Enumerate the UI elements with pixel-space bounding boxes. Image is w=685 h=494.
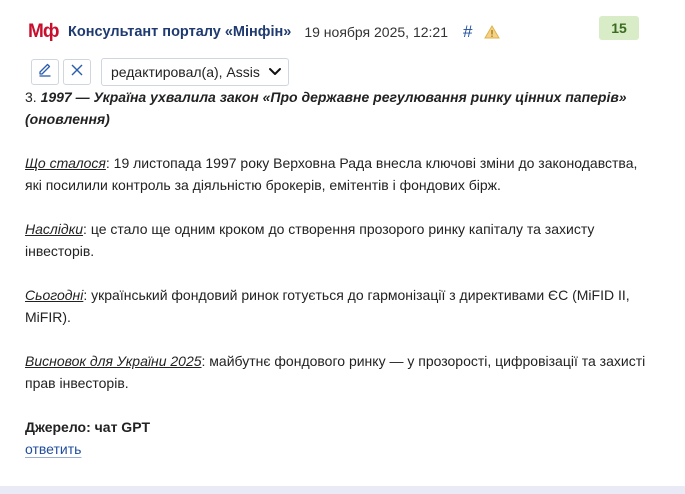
post-body: 3. 1997 — Україна ухвалила закон «Про де… bbox=[25, 86, 655, 460]
paragraph-text: : 19 листопада 1997 року Верховна Рада в… bbox=[25, 155, 638, 193]
delete-button[interactable] bbox=[63, 59, 91, 85]
permalink-hash[interactable]: # bbox=[463, 22, 472, 42]
minfin-logo: Мф bbox=[28, 21, 59, 42]
paragraph: Висновок для України 2025: майбутнє фонд… bbox=[25, 350, 655, 394]
post-title: 3. 1997 — Україна ухвалила закон «Про де… bbox=[25, 86, 655, 130]
paragraph-text: : це стало ще одним кроком до створення … bbox=[25, 221, 595, 259]
warning-icon[interactable] bbox=[484, 25, 501, 39]
paragraph-label: Висновок для України 2025 bbox=[25, 353, 202, 369]
author-name[interactable]: Консультант порталу «Мінфін» bbox=[68, 24, 291, 40]
pencil-icon bbox=[37, 62, 53, 83]
paragraph-text: : український фондовий ринок готується д… bbox=[25, 287, 630, 325]
source-line: Джерело: чат GPT bbox=[25, 419, 151, 435]
chevron-down-icon bbox=[268, 67, 282, 77]
edited-by-label: редактировал(а), Assis bbox=[111, 64, 260, 80]
next-post-divider bbox=[0, 486, 685, 494]
post-title-number: 3. bbox=[25, 89, 37, 105]
post-title-text: 1997 — Україна ухвалила закон «Про держа… bbox=[25, 89, 627, 127]
post-toolbar: редактировал(а), Assis bbox=[31, 58, 289, 86]
paragraph-label: Наслідки bbox=[25, 221, 84, 237]
paragraph-label: Сьогодні bbox=[25, 287, 84, 303]
edit-button[interactable] bbox=[31, 59, 59, 85]
paragraph: Наслідки: це стало ще одним кроком до ст… bbox=[25, 218, 655, 262]
edited-by-select[interactable]: редактировал(а), Assis bbox=[101, 58, 289, 86]
post-datetime: 19 ноября 2025, 12:21 bbox=[304, 24, 448, 40]
paragraph: Сьогодні: український фондовий ринок гот… bbox=[25, 284, 655, 328]
paragraph-label: Що сталося bbox=[25, 155, 106, 171]
paragraph: Що сталося: 19 листопада 1997 року Верхо… bbox=[25, 152, 655, 196]
reply-link[interactable]: ответить bbox=[25, 438, 81, 460]
post-header: Мф Консультант порталу «Мінфін» 19 ноябр… bbox=[28, 20, 501, 44]
close-icon bbox=[69, 62, 85, 83]
rating-badge[interactable]: 15 bbox=[599, 16, 639, 40]
